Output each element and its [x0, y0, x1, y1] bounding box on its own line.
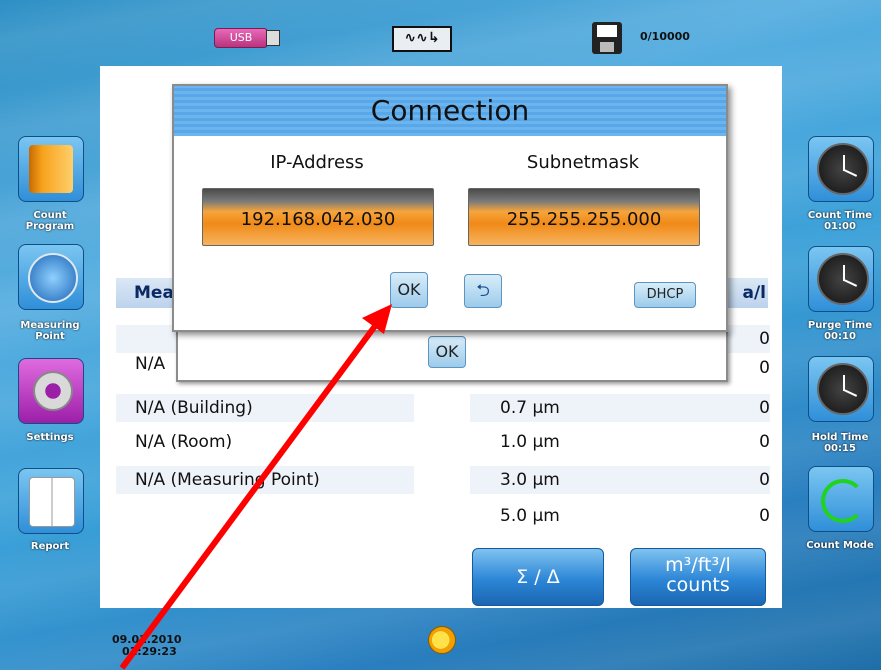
annotation-arrow: [119, 304, 392, 670]
arrow-shaft: [119, 320, 381, 670]
arrow-head: [362, 304, 392, 334]
